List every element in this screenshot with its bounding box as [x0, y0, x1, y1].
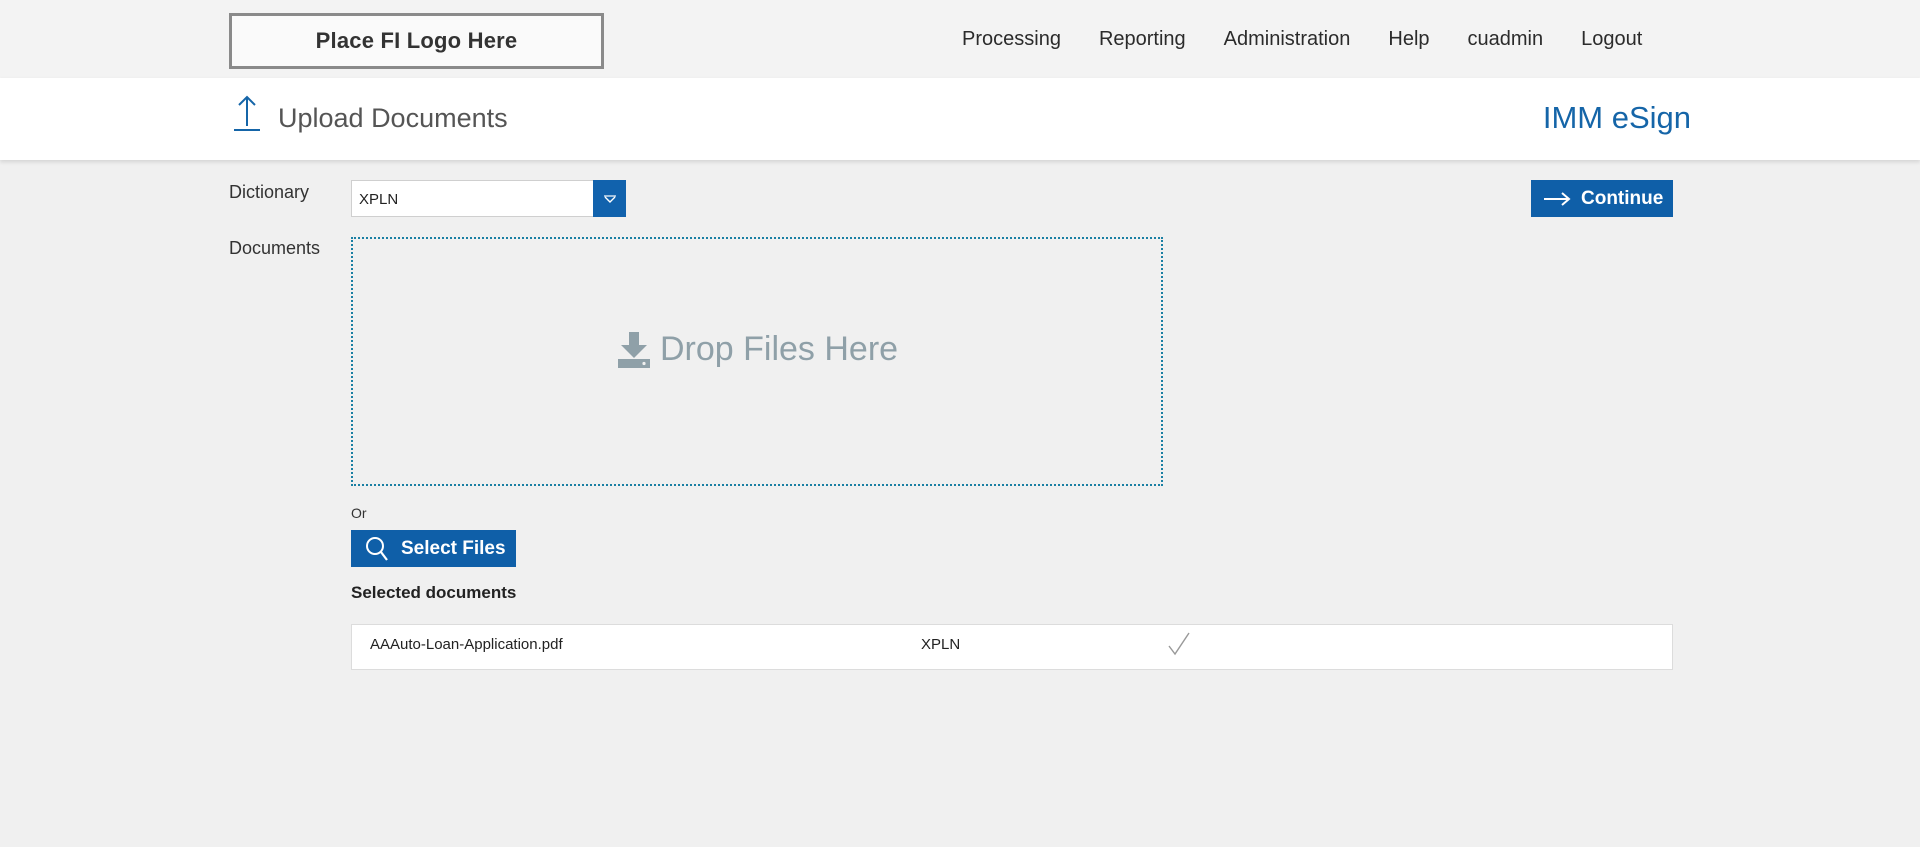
- dictionary-select[interactable]: XPLN: [351, 180, 626, 217]
- search-icon: [366, 536, 388, 561]
- dictionary-selected-value: XPLN: [359, 191, 399, 208]
- nav-reporting[interactable]: Reporting: [1099, 28, 1186, 51]
- continue-button[interactable]: Continue: [1531, 180, 1673, 217]
- drop-files-text: Drop Files Here: [660, 330, 899, 368]
- page-title: Upload Documents: [278, 103, 508, 133]
- documents-label: Documents: [229, 238, 321, 258]
- dictionary-label: Dictionary: [229, 182, 310, 202]
- nav-logout[interactable]: Logout: [1581, 28, 1642, 51]
- table-row[interactable]: AAAuto-Loan-Application.pdf XPLN: [351, 624, 1673, 670]
- file-drop-zone[interactable]: Drop Files Here: [351, 237, 1163, 486]
- arrow-right-icon: [1544, 191, 1571, 206]
- chevron-down-icon: [603, 194, 616, 203]
- select-files-label: Select Files: [401, 537, 506, 559]
- upload-arrow-icon: [234, 95, 260, 131]
- selected-documents-heading: Selected documents: [351, 583, 517, 602]
- nav-user[interactable]: cuadmin: [1468, 28, 1544, 51]
- main-nav: Processing Reporting Administration Help…: [962, 28, 1642, 51]
- nav-help[interactable]: Help: [1388, 28, 1429, 51]
- nav-processing[interactable]: Processing: [962, 28, 1061, 51]
- drop-prompt: Drop Files Here: [617, 330, 898, 369]
- page-title-bar: Upload Documents IMM eSign: [0, 78, 1920, 160]
- download-icon: [618, 331, 650, 368]
- select-files-button[interactable]: Select Files: [351, 530, 516, 567]
- brand-name: IMM eSign: [1542, 100, 1691, 135]
- fi-logo[interactable]: Place FI Logo Here: [229, 13, 604, 69]
- continue-label: Continue: [1581, 187, 1664, 209]
- or-text: Or: [351, 505, 367, 521]
- document-filename: AAAuto-Loan-Application.pdf: [370, 636, 563, 653]
- top-header: Place FI Logo Here Processing Reporting …: [0, 0, 1920, 78]
- checkmark-icon: [1167, 630, 1191, 660]
- dictionary-dropdown-button[interactable]: [593, 180, 626, 217]
- document-dictionary: XPLN: [921, 636, 961, 653]
- nav-administration[interactable]: Administration: [1224, 28, 1351, 51]
